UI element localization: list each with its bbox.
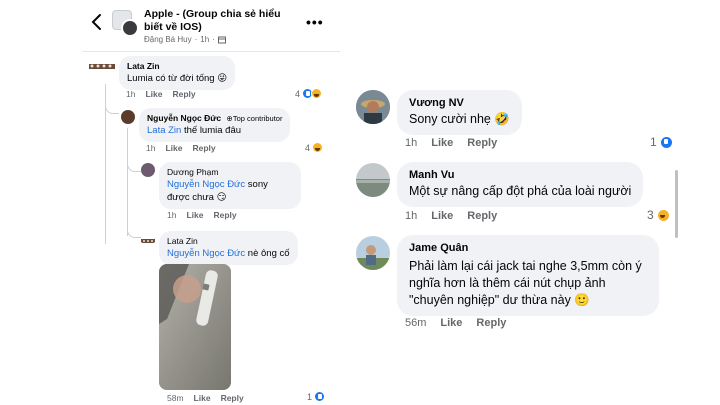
comment-bubble: Manh Vu Một sự nâng cấp đột phá của loài… <box>397 162 644 207</box>
comment-actions: 1h Like Reply <box>405 137 497 149</box>
reaction-summary[interactable]: 1 <box>650 135 673 149</box>
thread-line <box>105 114 106 244</box>
like-button[interactable]: Like <box>165 143 182 153</box>
reply-button[interactable]: Reply <box>172 89 195 99</box>
commenter-name[interactable]: Lata Zin <box>127 61 227 72</box>
thread-connector <box>105 96 119 114</box>
avatar[interactable] <box>88 58 116 76</box>
comment-text: Sony cười nhẹ 🤣 <box>409 112 510 126</box>
comment-actions: 58m Like Reply <box>167 393 244 403</box>
mention-link[interactable]: Nguyễn Ngọc Đức <box>167 179 245 190</box>
mention-link[interactable]: Lata Zin <box>147 125 181 136</box>
comment-time: 56m <box>405 317 427 329</box>
thread-line <box>127 128 128 236</box>
reaction-summary[interactable]: 4 <box>295 88 323 99</box>
like-reaction-icon <box>314 391 326 402</box>
mention-link[interactable]: Nguyễn Ngọc Đức <box>167 248 245 259</box>
comment-text-line: nghĩa hơn là thêm cái nút chụp ảnh <box>409 276 606 290</box>
group-title[interactable]: Apple - (Group chia sẻ hiểu biết về IOS) <box>144 8 294 34</box>
like-button[interactable]: Like <box>194 393 211 403</box>
comment-actions: 56m Like Reply <box>405 317 506 329</box>
avatar[interactable] <box>141 163 155 177</box>
comment-actions: 1h Like Reply <box>126 89 196 99</box>
reply-button[interactable]: Reply <box>467 210 497 222</box>
reply-button[interactable]: Reply <box>192 143 215 153</box>
comment-text: Nguyễn Ngọc Đức sony được chưa 😏 <box>167 179 268 203</box>
comment-time: 1h <box>405 137 418 149</box>
comment-text: Lata Zin thế lumia đâu <box>147 125 242 136</box>
reaction-count: 4 <box>295 88 301 99</box>
emoji: 😜 <box>217 73 228 84</box>
emoji: 🤣 <box>494 112 510 126</box>
comment-bubble: Dương Phạm Nguyễn Ngọc Đức sony được chư… <box>159 162 301 209</box>
avatar[interactable] <box>141 233 155 243</box>
comment-bubble: Vương NV Sony cười nhẹ 🤣 <box>397 90 522 135</box>
haha-reaction-icon <box>656 208 670 222</box>
reaction-count: 4 <box>305 142 311 153</box>
comment-bubble: Lata Zin Lumia có từ đời tống 😜 <box>119 56 236 90</box>
left-screenshot-panel: Apple - (Group chia sẻ hiểu biết về IOS)… <box>82 0 340 405</box>
comment-actions: 1h Like Reply <box>167 210 237 220</box>
avatar[interactable] <box>356 163 390 197</box>
commenter-name[interactable]: Nguyễn Ngọc Đức <box>147 113 221 123</box>
reaction-summary[interactable]: 4 <box>305 142 324 153</box>
comment-text-line: Phải làm lại cái jack tai nghe 3,5mm còn… <box>409 259 642 273</box>
emoji: 🙂 <box>574 293 590 307</box>
comment-time: 58m <box>167 393 184 403</box>
reaction-summary[interactable]: 1 <box>307 391 326 402</box>
post-meta: Đặng Bá Huy · 1h · <box>144 35 226 44</box>
comment-photo[interactable] <box>159 264 231 390</box>
comment-bubble: Jame Quân Phải làm lại cái jack tai nghe… <box>397 235 659 316</box>
comment-bubble: Lata Zin Nguyễn Ngọc Đức nè ông cố <box>159 231 298 265</box>
commenter-name[interactable]: Dương Phạm <box>167 167 293 178</box>
haha-reaction-icon <box>312 142 324 153</box>
reaction-count: 1 <box>307 391 313 402</box>
top-contributor-badge: ⊕Top contributor <box>226 114 283 123</box>
comment-time: 1h <box>126 89 136 99</box>
comment-bubble: Nguyễn Ngọc Đức ⊕Top contributor Lata Zi… <box>139 108 291 142</box>
scrollbar[interactable] <box>675 170 678 238</box>
reaction-summary[interactable]: 3 <box>647 208 670 222</box>
like-button[interactable]: Like <box>431 137 453 149</box>
chevron-left-icon[interactable] <box>90 13 104 31</box>
commenter-name[interactable]: Jame Quân <box>409 241 647 256</box>
emoji: 😏 <box>216 192 227 203</box>
comment-actions: 1h Like Reply <box>146 143 216 153</box>
post-time: 1h <box>200 35 210 44</box>
reaction-count: 1 <box>650 135 657 149</box>
comment-time: 1h <box>146 143 156 153</box>
comment-text: Lumia có từ đời tống 😜 <box>127 73 228 84</box>
comment-text: Nguyễn Ngọc Đức nè ông cố <box>167 248 290 259</box>
right-screenshot-panel: Vương NV Sony cười nhẹ 🤣 1h Like Reply 1… <box>345 78 690 340</box>
commenter-name[interactable]: Lata Zin <box>167 236 290 247</box>
more-dots-icon[interactable]: ••• <box>306 14 324 30</box>
like-button[interactable]: Like <box>186 210 203 220</box>
avatar[interactable] <box>356 90 390 124</box>
like-button[interactable]: Like <box>440 317 462 329</box>
comment-time: 1h <box>405 210 418 222</box>
reaction-count: 3 <box>647 208 654 222</box>
haha-reaction-icon <box>311 88 323 99</box>
commenter-name[interactable]: Vương NV <box>409 96 510 111</box>
comment-time: 1h <box>167 210 177 220</box>
like-button[interactable]: Like <box>431 210 453 222</box>
comment-text: Một sự nâng cấp đột phá của loài người <box>409 184 632 198</box>
reply-button[interactable]: Reply <box>476 317 506 329</box>
commenter-name[interactable]: Manh Vu <box>409 168 631 183</box>
comment-text-line: "chuyên nghiệp" dư thừa này 🙂 <box>409 293 590 307</box>
like-reaction-icon <box>659 135 673 149</box>
like-button[interactable]: Like <box>145 89 162 99</box>
header-divider <box>82 51 340 52</box>
reply-button[interactable]: Reply <box>221 393 244 403</box>
post-author[interactable]: Đặng Bá Huy <box>144 35 192 44</box>
thread-connector <box>127 224 141 238</box>
avatar[interactable] <box>121 110 135 124</box>
reply-button[interactable]: Reply <box>467 137 497 149</box>
group-avatar[interactable] <box>112 10 140 38</box>
group-privacy-icon <box>217 36 226 43</box>
avatar[interactable] <box>356 236 390 270</box>
comment-actions: 1h Like Reply <box>405 210 497 222</box>
reply-button[interactable]: Reply <box>213 210 236 220</box>
thread-connector <box>127 156 141 172</box>
